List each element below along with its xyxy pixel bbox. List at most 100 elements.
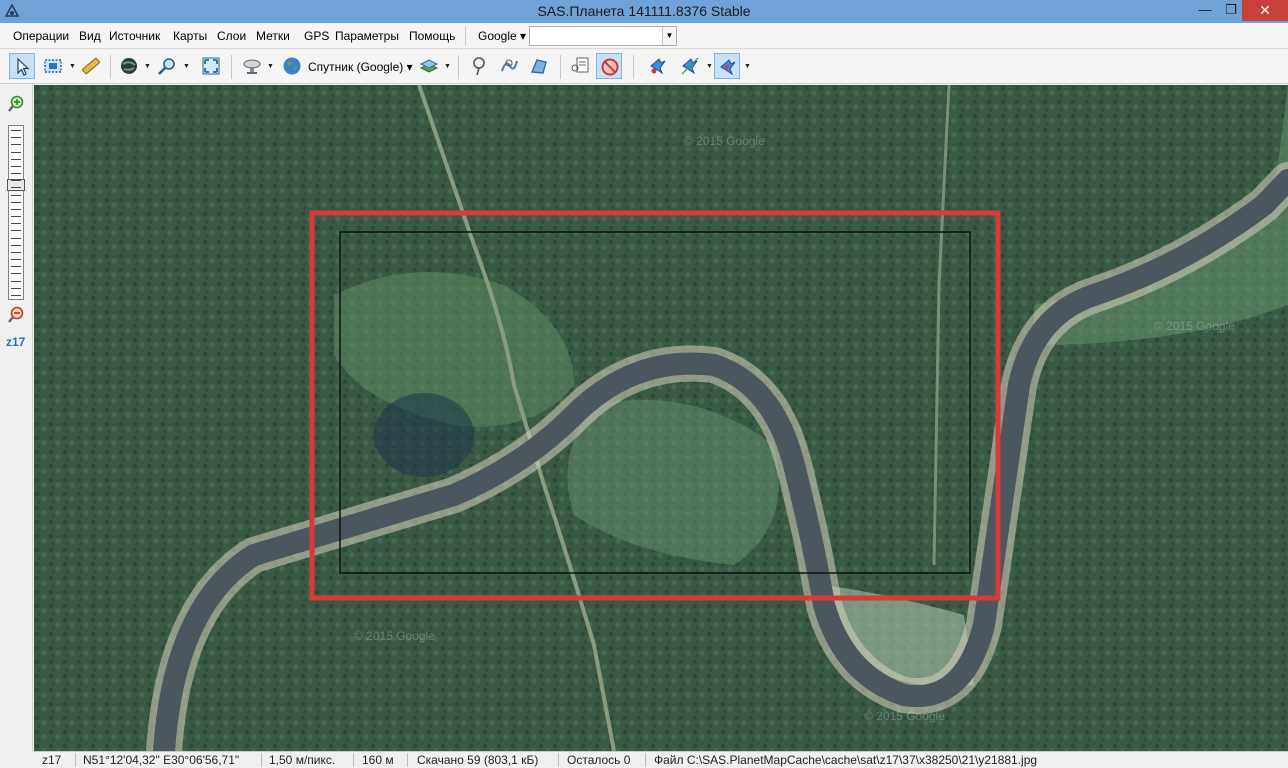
ruler-button[interactable]: [78, 53, 104, 79]
main-toolbar: ▼ ▼ ▼ ▼ Спутник (Google) ▾ ▼ ▼ ▼: [0, 50, 1288, 84]
gps-center-icon: [720, 59, 736, 76]
status-distance: 160 м: [362, 753, 394, 767]
map-source-button[interactable]: [239, 53, 265, 79]
zoom-tick: [11, 180, 21, 182]
zoom-tick: [11, 130, 21, 131]
zoom-tick: [11, 173, 21, 175]
polygon-icon: [530, 59, 547, 74]
chevron-down-icon[interactable]: ▼: [706, 63, 713, 70]
hide-marks-icon: [601, 58, 619, 76]
gps-center-button[interactable]: [714, 53, 740, 79]
zoom-in-icon[interactable]: [7, 95, 25, 113]
chevron-down-icon[interactable]: ▼: [744, 63, 751, 70]
menu-separator: [465, 26, 466, 46]
earth-icon: [283, 57, 301, 75]
status-zoom: z17: [42, 753, 62, 767]
chevron-down-icon[interactable]: ▼: [444, 63, 451, 70]
zoom-tick: [11, 187, 21, 189]
zoom-tick: [11, 201, 21, 203]
menu-view[interactable]: Вид: [79, 29, 101, 43]
chevron-down-icon[interactable]: ▼: [267, 63, 274, 70]
menu-source[interactable]: Источник: [109, 29, 160, 43]
zoom-tick: [11, 144, 21, 146]
zoom-slider[interactable]: [7, 125, 25, 300]
menu-maps[interactable]: Карты: [173, 29, 207, 43]
map-watermark: © 2015 Google: [684, 134, 765, 148]
map-view[interactable]: © 2015 Google © 2015 Google © 2015 Googl…: [34, 85, 1288, 751]
zoom-tick: [11, 208, 21, 210]
chevron-down-icon[interactable]: ▼: [183, 63, 190, 70]
select-arrow-button[interactable]: [9, 53, 35, 79]
zoom-tick: [11, 259, 21, 261]
map-watermark: © 2015 Google: [864, 709, 945, 723]
zoom-tick: [11, 151, 21, 153]
zoom-tool-button[interactable]: [154, 53, 180, 79]
chevron-down-icon[interactable]: ▼: [69, 63, 76, 70]
fullscreen-button[interactable]: [198, 53, 224, 79]
menu-bar: Операции Вид Источник Карты Слои Метки G…: [0, 23, 1288, 49]
map-type-button[interactable]: [279, 53, 305, 79]
layers-button[interactable]: [416, 53, 442, 79]
gps-connect-button[interactable]: [645, 53, 671, 79]
zoom-tick: [11, 230, 21, 232]
zoom-tick: [11, 137, 21, 139]
menu-operations[interactable]: Операции: [13, 29, 69, 43]
chevron-down-icon[interactable]: ▼: [144, 63, 151, 70]
zoom-tick: [11, 158, 21, 160]
status-bar: z17 N51°12'04,32" E30°06'56,71" 1,50 м/п…: [33, 751, 1288, 768]
menu-help[interactable]: Помощь: [409, 29, 455, 43]
placemark-icon: [473, 57, 485, 76]
status-coordinates: N51°12'04,32" E30°06'56,71": [83, 753, 240, 767]
gps-track-icon: [681, 57, 699, 75]
status-file-path: Файл C:\SAS.PlanetMapCache\cache\sat\z17…: [654, 753, 1038, 767]
zoom-tick: [11, 216, 21, 218]
add-path-button[interactable]: [496, 53, 522, 79]
zoom-tick: [11, 287, 21, 289]
select-arrow-icon: [17, 57, 30, 76]
zoom-level-label: z17: [6, 335, 26, 349]
menu-parameters[interactable]: Параметры: [335, 29, 399, 43]
layers-icon: [419, 59, 439, 73]
add-placemark-button[interactable]: [466, 53, 492, 79]
zoom-out-icon[interactable]: [7, 306, 25, 324]
menu-marks[interactable]: Метки: [256, 29, 290, 43]
search-input[interactable]: ▼: [529, 26, 677, 46]
window-title: SAS.Планета 141111.8376 Stable: [537, 3, 751, 19]
add-polygon-button[interactable]: [526, 53, 552, 79]
zoom-tick: [11, 194, 21, 196]
close-button[interactable]: ✕: [1242, 0, 1288, 21]
select-rect-icon: [44, 59, 62, 73]
search-provider-dropdown[interactable]: Google ▾: [478, 29, 526, 43]
marks-list-icon: [571, 57, 589, 73]
satellite-map[interactable]: © 2015 Google © 2015 Google © 2015 Googl…: [34, 85, 1288, 751]
zoom-tick: [11, 165, 21, 167]
zoom-tick: [11, 223, 21, 225]
path-icon: [501, 59, 518, 72]
map-source-label[interactable]: Спутник (Google) ▾: [308, 60, 413, 74]
zoom-tick: [11, 295, 21, 296]
status-downloaded: Скачано 59 (803,1 кБ): [417, 753, 539, 767]
zoom-tick: [11, 237, 21, 239]
gps-track-button[interactable]: [677, 53, 703, 79]
zoom-tick: [11, 244, 21, 246]
hide-marks-button[interactable]: [596, 53, 622, 79]
status-remaining: Осталось 0: [567, 753, 631, 767]
gps-connect-icon: [650, 58, 666, 75]
ruler-icon: [82, 57, 100, 75]
zoom-tick: [11, 266, 21, 268]
menu-layers[interactable]: Слои: [217, 29, 246, 43]
marks-list-button[interactable]: [567, 53, 593, 79]
fullscreen-icon: [202, 57, 220, 75]
select-rect-button[interactable]: [40, 53, 66, 79]
zoom-tick: [11, 251, 21, 253]
map-watermark: © 2015 Google: [354, 629, 435, 643]
title-bar: SAS.Планета 141111.8376 Stable — ❐ ✕: [0, 0, 1288, 23]
menu-gps[interactable]: GPS: [304, 29, 329, 43]
chevron-down-icon[interactable]: ▼: [662, 27, 676, 45]
cloud-shadow: [374, 393, 474, 477]
zoom-tick: [11, 273, 21, 275]
magnifier-icon: [158, 58, 175, 75]
satellite-dish-icon: [243, 59, 261, 74]
globe-button[interactable]: [116, 53, 142, 79]
map-watermark: © 2015 Google: [1154, 319, 1235, 333]
